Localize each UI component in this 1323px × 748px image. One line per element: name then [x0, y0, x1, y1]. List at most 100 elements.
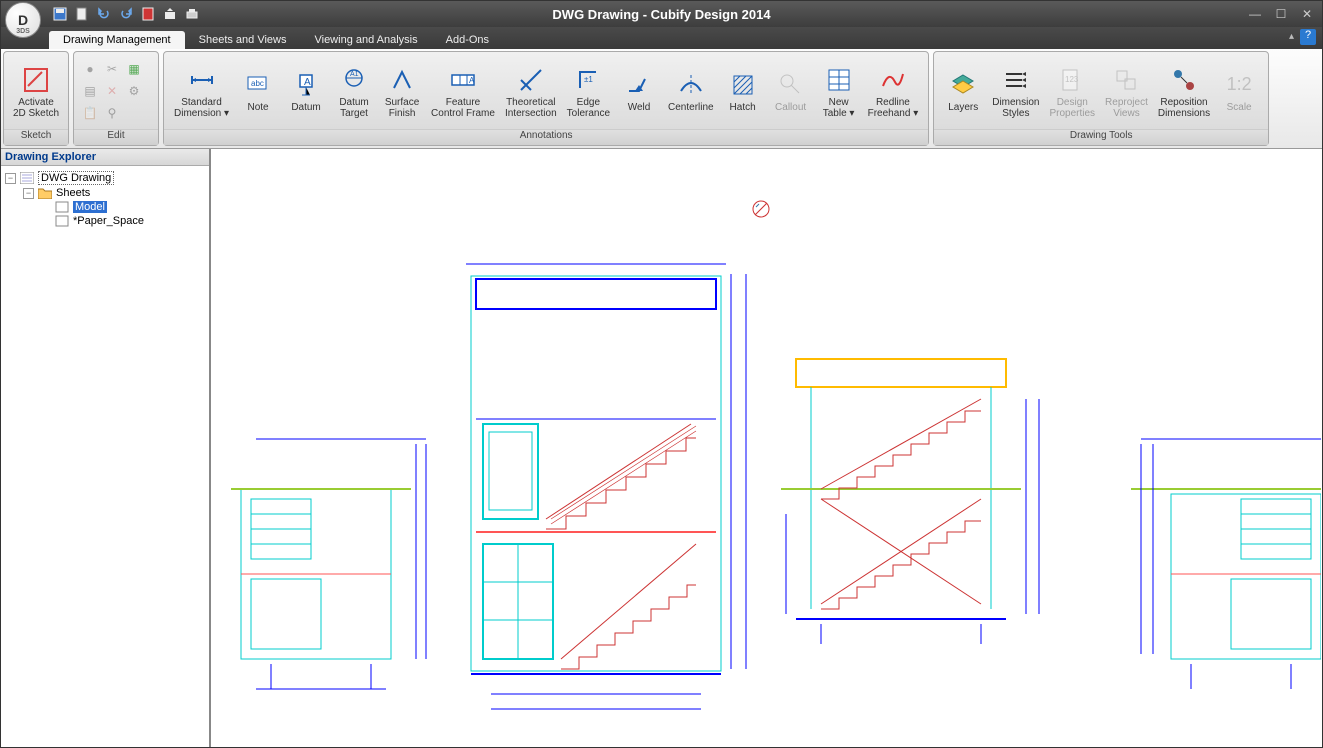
edit-delete-icon: ✕: [102, 81, 122, 101]
ribbon-group-annotations: Standard Dimension ▾ abcNote ADatum A1Da…: [163, 51, 929, 146]
reproject-views-button: Reproject Views: [1101, 61, 1152, 121]
app-logo[interactable]: D: [5, 2, 41, 38]
hatch-icon: [729, 68, 757, 102]
svg-text:A: A: [469, 76, 475, 85]
ribbon-group-edit-label: Edit: [74, 129, 158, 145]
intersection-icon: [517, 63, 545, 97]
window-title: DWG Drawing - Cubify Design 2014: [552, 7, 770, 22]
centerline-icon: [677, 68, 705, 102]
surface-finish-button[interactable]: Surface Finish: [379, 61, 425, 121]
feature-control-frame-button[interactable]: AFeature Control Frame: [427, 61, 499, 121]
ribbon-tabs: Drawing Management Sheets and Views View…: [1, 27, 1322, 49]
note-icon: abc: [244, 68, 272, 102]
new-table-button[interactable]: New Table ▾: [816, 61, 862, 121]
reposition-dimensions-button[interactable]: Reposition Dimensions: [1154, 61, 1214, 121]
undo-icon[interactable]: [95, 5, 113, 23]
tree-paper-label: *Paper_Space: [73, 215, 144, 227]
help-button[interactable]: ?: [1300, 29, 1316, 45]
sheet-icon: [55, 201, 69, 213]
tab-add-ons[interactable]: Add-Ons: [432, 31, 503, 49]
close-button[interactable]: ✕: [1298, 7, 1316, 21]
feature-control-icon: A: [449, 63, 477, 97]
ribbon-group-annotations-label: Annotations: [164, 129, 928, 145]
svg-text:123: 123: [1065, 75, 1079, 84]
svg-text:±1: ±1: [584, 75, 593, 84]
save-icon[interactable]: [51, 5, 69, 23]
svg-text:A1: A1: [350, 71, 359, 78]
theoretical-intersection-button[interactable]: Theoretical Intersection: [501, 61, 561, 121]
edit-sphere-icon: ●: [80, 59, 100, 79]
publish-icon[interactable]: [161, 5, 179, 23]
reposition-icon: [1170, 63, 1198, 97]
dimension-icon: [188, 63, 216, 97]
drawing-content: [211, 149, 1321, 747]
datum-button[interactable]: ADatum: [283, 66, 329, 115]
sheet-icon: [55, 215, 69, 227]
edit-paste-icon: 📋: [80, 103, 100, 123]
quick-access-toolbar: [51, 5, 201, 23]
tree-root[interactable]: − DWG Drawing: [5, 170, 205, 186]
dimension-styles-button[interactable]: Dimension Styles: [988, 61, 1043, 121]
edge-tolerance-button[interactable]: ±1Edge Tolerance: [563, 61, 614, 121]
callout-icon: [777, 68, 805, 102]
standard-dimension-button[interactable]: Standard Dimension ▾: [170, 61, 233, 121]
sketch-icon: [22, 63, 50, 97]
layers-button[interactable]: Layers: [940, 66, 986, 115]
drawing-icon: [20, 172, 34, 184]
ribbon-group-drawing-tools: Layers Dimension Styles 123Design Proper…: [933, 51, 1269, 146]
edit-cut-icon: ✂: [102, 59, 122, 79]
edit-new-icon[interactable]: ▦: [124, 59, 144, 79]
tab-drawing-management[interactable]: Drawing Management: [49, 31, 185, 49]
maximize-button[interactable]: ☐: [1272, 7, 1290, 21]
tree-sheets[interactable]: − Sheets: [5, 186, 205, 200]
edge-tolerance-icon: ±1: [574, 63, 602, 97]
minimize-button[interactable]: —: [1246, 7, 1264, 21]
print-icon[interactable]: [183, 5, 201, 23]
table-icon: [825, 63, 853, 97]
weld-button[interactable]: Weld: [616, 66, 662, 115]
activate-2d-sketch-label: Activate 2D Sketch: [13, 97, 59, 119]
workspace: Drawing Explorer − DWG Drawing − Sheets …: [1, 149, 1322, 747]
redo-icon[interactable]: [117, 5, 135, 23]
centerline-button[interactable]: Centerline: [664, 66, 718, 115]
datum-icon: A: [292, 68, 320, 102]
activate-2d-sketch-button[interactable]: Activate 2D Sketch: [10, 61, 62, 121]
collapse-icon[interactable]: −: [23, 188, 34, 199]
tree-model[interactable]: Model: [5, 200, 205, 214]
new-icon[interactable]: [73, 5, 91, 23]
tree-model-label: Model: [73, 201, 107, 213]
layers-icon: [949, 68, 977, 102]
scale-button: 1:2Scale: [1216, 66, 1262, 115]
edit-tool-icon: ⚙: [124, 81, 144, 101]
drawing-explorer-title: Drawing Explorer: [1, 149, 209, 166]
drawing-canvas[interactable]: [211, 149, 1322, 747]
ribbon-group-drawing-tools-label: Drawing Tools: [934, 129, 1268, 145]
hatch-button[interactable]: Hatch: [720, 66, 766, 115]
reproject-icon: [1112, 63, 1140, 97]
properties-icon: 123: [1058, 63, 1086, 97]
collapse-icon[interactable]: −: [5, 173, 16, 184]
svg-text:A: A: [304, 77, 311, 88]
ribbon-group-sketch-label: Sketch: [4, 129, 68, 145]
callout-button: Callout: [768, 66, 814, 115]
datum-target-icon: A1: [340, 63, 368, 97]
note-button[interactable]: abcNote: [235, 66, 281, 115]
weld-icon: [625, 68, 653, 102]
redline-freehand-button[interactable]: Redline Freehand ▾: [864, 61, 923, 121]
drawing-explorer-panel: Drawing Explorer − DWG Drawing − Sheets …: [1, 149, 211, 747]
edit-doc-icon: ▤: [80, 81, 100, 101]
dimension-styles-icon: [1002, 63, 1030, 97]
datum-target-button[interactable]: A1Datum Target: [331, 61, 377, 121]
pdf-icon[interactable]: [139, 5, 157, 23]
tab-viewing-and-analysis[interactable]: Viewing and Analysis: [300, 31, 431, 49]
tab-sheets-and-views[interactable]: Sheets and Views: [185, 31, 301, 49]
edit-empty: [124, 103, 144, 123]
folder-icon: [38, 187, 52, 199]
tree-paper-space[interactable]: *Paper_Space: [5, 214, 205, 228]
tree-sheets-label: Sheets: [56, 187, 90, 199]
ribbon-group-sketch: Activate 2D Sketch Sketch: [3, 51, 69, 146]
edit-pin-icon: ⚲: [102, 103, 122, 123]
ribbon-collapse-icon[interactable]: ▴: [1289, 31, 1294, 42]
design-properties-button: 123Design Properties: [1045, 61, 1099, 121]
tree-root-label: DWG Drawing: [38, 171, 114, 185]
